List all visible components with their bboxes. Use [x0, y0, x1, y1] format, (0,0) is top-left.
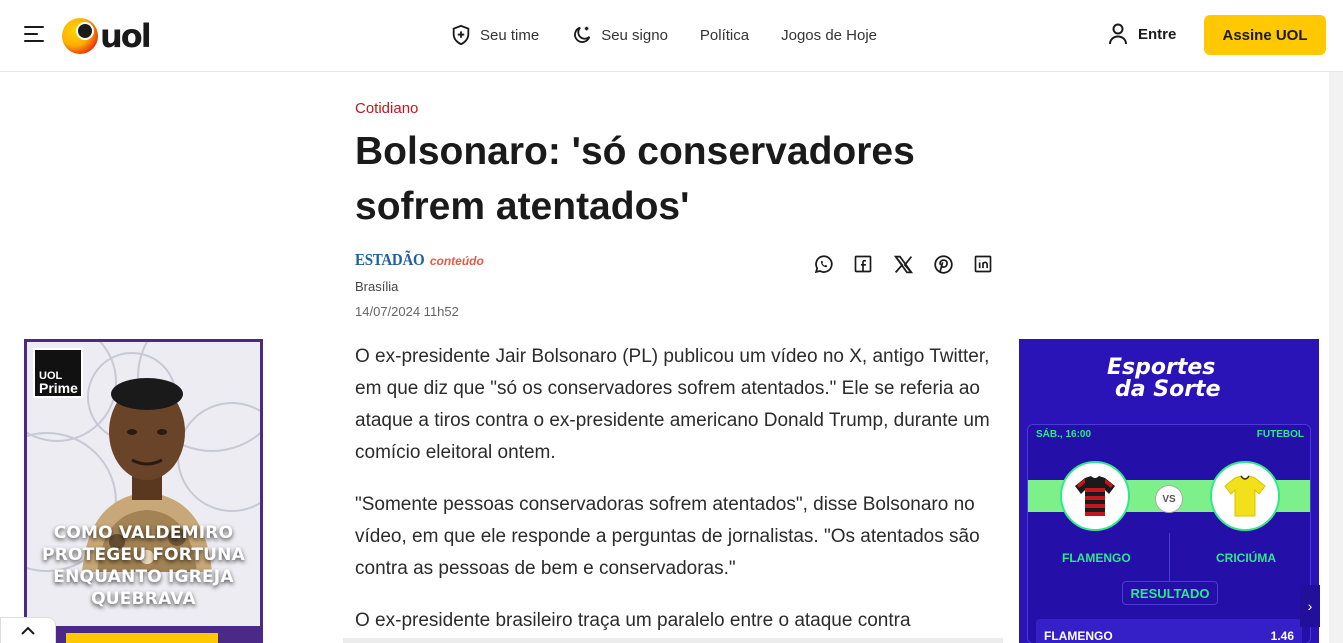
vs-badge: VS	[1155, 485, 1183, 513]
badge-bottom: Prime	[39, 380, 78, 396]
match-sport: FUTEBOL	[1256, 429, 1304, 440]
pinterest-icon[interactable]	[932, 253, 954, 275]
article-paragraph: O ex-presidente Jair Bolsonaro (PL) publ…	[355, 346, 990, 463]
article-body: O ex-presidente Jair Bolsonaro (PL) publ…	[355, 341, 1000, 643]
ad-left-headline: COMO VALDEMIRO PROTEGEU FORTUNA ENQUANTO…	[42, 523, 245, 609]
chevron-up-icon	[21, 626, 35, 635]
home-team-name: FLAMENGO	[1062, 551, 1131, 565]
nav-label: Jogos de Hoje	[781, 26, 878, 44]
shield-plus-icon	[452, 24, 470, 46]
share-bar	[812, 253, 1012, 275]
match-time: SÁB., 16:00	[1036, 429, 1092, 440]
uol-logo[interactable]: uol	[62, 16, 152, 56]
bottom-strip	[343, 638, 1003, 643]
linkedin-icon[interactable]	[972, 253, 994, 275]
result-button[interactable]: RESULTADO	[1122, 581, 1218, 605]
match-card[interactable]: SÁB., 16:00 FUTEBOL VS FLAMENGO CRICIÚMA…	[1027, 424, 1311, 643]
user-icon	[1109, 23, 1127, 45]
article-paragraph: "Somente pessoas conservadoras sofrem at…	[355, 494, 980, 579]
source-logo[interactable]: ESTADÃO conteúdo	[355, 250, 484, 270]
ad-right-esportes-da-sorte[interactable]: Esportes da Sorte SÁB., 16:00 FUTEBOL VS	[1019, 339, 1319, 643]
criciuma-jersey-icon	[1210, 461, 1280, 531]
match-meta: SÁB., 16:00 FUTEBOL	[1036, 429, 1304, 440]
nav-politica[interactable]: Política	[700, 27, 749, 44]
uol-prime-badge: UOL Prime	[33, 348, 83, 398]
nav-label: Política	[699, 26, 750, 44]
login-label: Entre	[1138, 25, 1177, 43]
nav-label: Seu time	[480, 26, 540, 44]
scrollbar[interactable]	[1329, 72, 1343, 643]
moon-star-icon	[574, 26, 591, 43]
article-date: 14/07/2024 11h52	[355, 304, 459, 319]
chevron-right-icon[interactable]: ›	[1300, 585, 1320, 627]
uol-logo-text: uol	[100, 17, 152, 55]
esportes-da-sorte-logo: Esportes da Sorte	[1107, 357, 1221, 401]
ad-left-cta[interactable]	[66, 633, 218, 643]
nav-seu-signo[interactable]: Seu signo	[571, 24, 668, 46]
nav-label: Seu signo	[601, 26, 668, 44]
x-icon[interactable]	[892, 253, 914, 275]
menu-icon[interactable]	[24, 26, 44, 44]
ad-left-uol-prime[interactable]: UOL Prime COMO VALDEMIRO PROTEGEU FORTUN…	[24, 339, 263, 643]
odds-row[interactable]: FLAMENGO 1.46	[1036, 619, 1302, 643]
away-team-name: CRICIÚMA	[1216, 551, 1276, 565]
uol-logo-ball	[62, 18, 98, 54]
facebook-icon[interactable]	[852, 253, 874, 275]
article-category[interactable]: Cotidiano	[355, 100, 418, 117]
subscribe-button[interactable]: Assine UOL	[1204, 15, 1326, 55]
nav-seu-time[interactable]: Seu time	[450, 24, 539, 46]
login-button[interactable]: Entre	[1108, 23, 1176, 45]
team-divider	[1169, 533, 1170, 583]
top-nav: Seu time Seu signo Política Jogos de Hoj…	[450, 22, 909, 48]
odds-team: FLAMENGO	[1044, 629, 1113, 643]
whatsapp-icon[interactable]	[812, 253, 834, 275]
source-name: ESTADÃO	[355, 250, 425, 269]
article-title: Bolsonaro: 'só conservadores sofrem aten…	[355, 130, 915, 228]
brand-line2: da Sorte	[1115, 377, 1221, 402]
back-to-top-button[interactable]	[0, 617, 56, 643]
article-location: Brasília	[355, 279, 399, 294]
flamengo-jersey-icon	[1060, 461, 1130, 531]
nav-jogos-de-hoje[interactable]: Jogos de Hoje	[781, 27, 877, 44]
source-suffix: conteúdo	[429, 254, 484, 268]
article-paragraph: O ex-presidente brasileiro traça um para…	[355, 610, 911, 631]
site-header: uol Seu time Seu signo Política Jogos de…	[0, 0, 1343, 72]
ad-left-image: UOL Prime COMO VALDEMIRO PROTEGEU FORTUN…	[27, 342, 260, 626]
odds-value: 1.46	[1270, 629, 1294, 643]
